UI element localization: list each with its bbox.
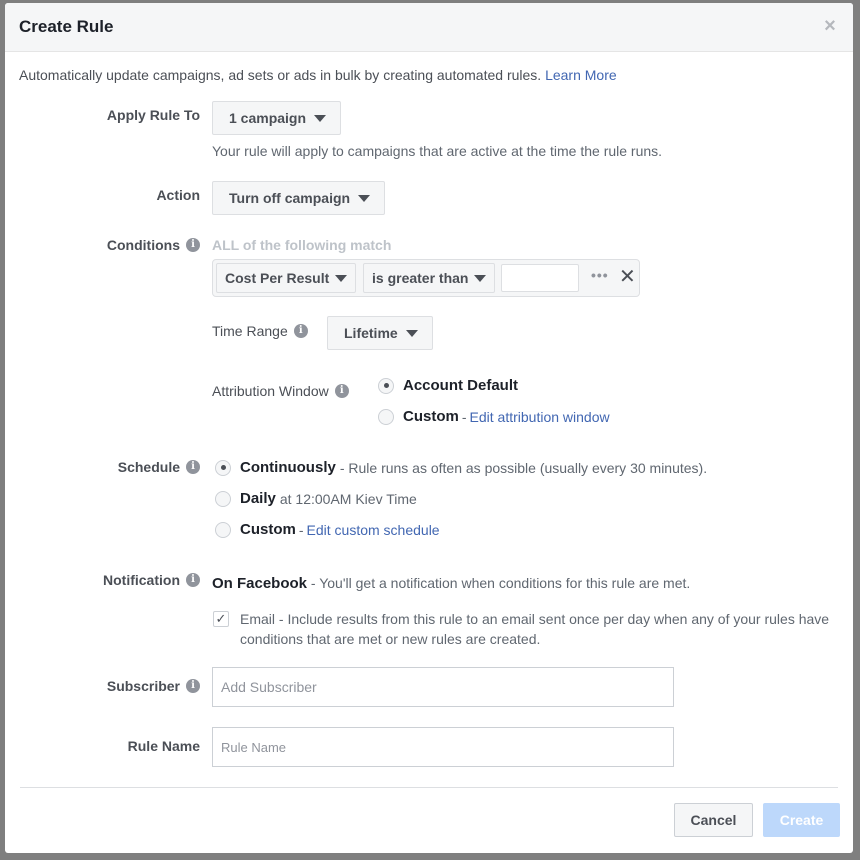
schedule-option-description: - Rule runs as often as possible (usuall… [339,459,708,476]
edit-attribution-window-link[interactable]: Edit attribution window [470,409,610,425]
attribution-option-account-default[interactable]: Account Default [378,377,518,394]
caret-down-icon [405,329,418,337]
on-facebook-notification: On Facebook - You'll get a notification … [212,575,690,592]
info-icon[interactable]: i [293,324,308,338]
create-rule-modal: Create Rule × Automatically update campa… [5,3,853,853]
notification-label: Notification i [103,572,200,588]
radio-checked[interactable] [378,377,394,394]
notification-label-text: Notification [103,572,180,588]
separator: - [461,408,467,425]
time-range-label-text: Time Range [212,323,288,339]
modal-title: Create Rule [19,17,114,36]
schedule-option-label: Custom [240,521,296,538]
info-icon[interactable]: i [334,384,349,398]
conditions-label: Conditions i [107,237,200,253]
modal-header: Create Rule × [5,3,853,52]
condition-value-input[interactable] [501,264,579,292]
cancel-button[interactable]: Cancel [674,803,753,837]
caret-down-icon [335,274,348,282]
conditions-label-text: Conditions [106,237,180,253]
info-icon[interactable]: i [186,573,200,587]
condition-metric-value: Cost Per Result [225,270,330,286]
subscriber-label: Subscriber i [107,678,200,694]
condition-row: Cost Per Result is greater than ••• ✕ [212,259,640,297]
attribution-option-label: Account Default [403,377,519,394]
schedule-label-text: Schedule [117,459,180,475]
close-icon[interactable]: × [821,16,839,36]
apply-rule-to-dropdown[interactable]: 1 campaign [212,101,342,135]
action-dropdown[interactable]: Turn off campaign [212,181,386,215]
attribution-window-label-text: Attribution Window [212,383,329,399]
info-icon[interactable]: i [186,460,200,474]
learn-more-link[interactable]: Learn More [545,67,617,83]
schedule-label: Schedule i [118,459,200,475]
schedule-option-label: Continuously [240,459,336,476]
action-label-text: Action [156,187,200,203]
radio-checked[interactable] [215,459,231,476]
time-range-value: Lifetime [344,325,398,341]
schedule-option-description: at 12:00AM Kiev Time [279,490,417,507]
intro-text: Automatically update campaigns, ad sets … [19,67,617,83]
on-facebook-description: - You'll get a notification when conditi… [310,575,691,591]
apply-rule-to-value: 1 campaign [229,110,307,126]
apply-rule-help-text: Your rule will apply to campaigns that a… [212,143,663,159]
time-range-label: Time Range i [212,323,308,339]
caret-down-icon [314,114,327,122]
separator: - [298,521,304,538]
info-icon[interactable]: i [186,679,200,693]
apply-rule-to-label: Apply Rule To [107,107,200,123]
caret-down-icon [358,194,371,202]
schedule-option-label: Daily [240,490,276,507]
schedule-option-custom[interactable]: Custom - Edit custom schedule [215,521,440,538]
info-icon[interactable]: i [186,238,200,252]
rule-name-input[interactable] [212,727,674,767]
condition-metric-dropdown[interactable]: Cost Per Result [216,263,357,293]
ellipsis-icon[interactable]: ••• [591,267,609,283]
time-range-dropdown[interactable]: Lifetime [327,316,433,350]
footer-divider [20,787,838,788]
schedule-option-continuously[interactable]: Continuously - Rule runs as often as pos… [215,459,707,476]
conditions-match-heading: ALL of the following match [212,237,392,253]
schedule-option-daily[interactable]: Daily at 12:00AM Kiev Time [215,490,417,507]
remove-condition-icon[interactable]: ✕ [619,265,636,289]
condition-operator-value: is greater than [372,270,469,286]
email-notification-text: Email - Include results from this rule t… [240,611,830,647]
radio-unchecked[interactable] [378,408,394,425]
email-checkbox[interactable]: ✓ [213,611,229,627]
action-value: Turn off campaign [229,190,351,206]
rule-name-label-text: Rule Name [127,738,200,754]
subscriber-label-text: Subscriber [106,678,180,694]
attribution-window-label: Attribution Window i [212,383,349,399]
radio-unchecked[interactable] [215,521,231,538]
subscriber-input[interactable] [212,667,674,707]
attribution-option-label: Custom [403,408,459,425]
intro-description: Automatically update campaigns, ad sets … [19,67,542,83]
checkmark-icon: ✓ [215,611,227,626]
condition-operator-dropdown[interactable]: is greater than [363,263,496,293]
rule-name-label: Rule Name [128,738,200,754]
action-label: Action [156,187,200,203]
attribution-option-custom[interactable]: Custom - Edit attribution window [378,408,610,425]
radio-unchecked[interactable] [215,490,231,507]
create-button[interactable]: Create [763,803,840,837]
on-facebook-label: On Facebook [212,575,308,592]
apply-rule-to-label-text: Apply Rule To [106,107,200,123]
caret-down-icon [474,274,487,282]
edit-custom-schedule-link[interactable]: Edit custom schedule [307,522,440,538]
